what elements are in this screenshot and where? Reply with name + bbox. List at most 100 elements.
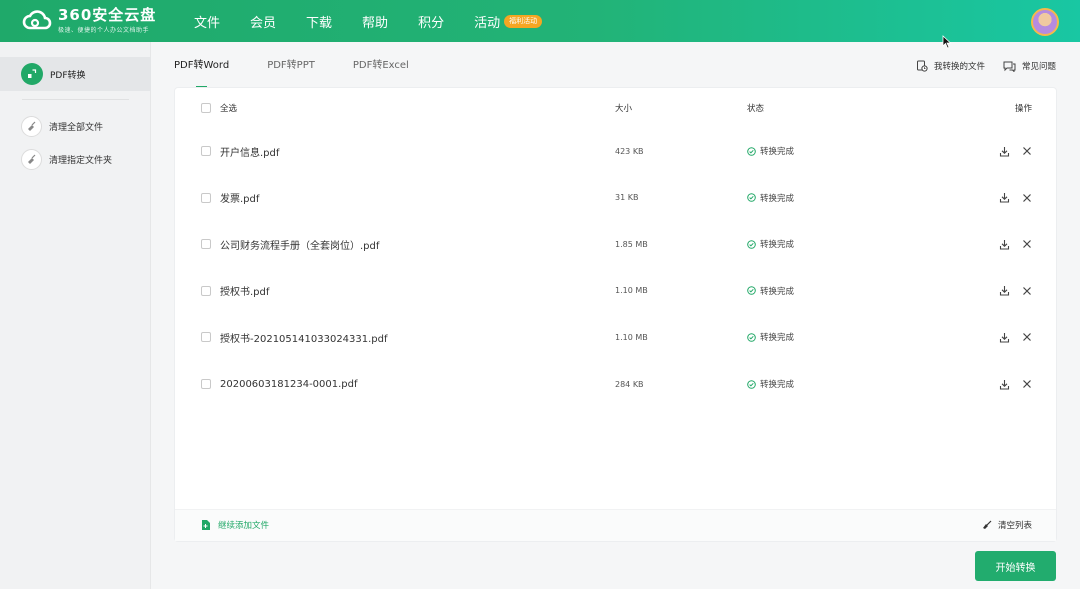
row-checkbox[interactable]	[201, 239, 211, 250]
sidebar-item-pdf-convert[interactable]: PDF转换	[0, 57, 151, 91]
row-actions	[987, 192, 1032, 203]
broom-icon	[21, 115, 42, 137]
mouse-cursor-icon	[942, 35, 952, 49]
row-checkbox[interactable]	[201, 332, 211, 343]
nav-membership[interactable]: 会员	[250, 12, 276, 31]
status-badge: 转换完成	[747, 378, 794, 390]
status-badge: 转换完成	[747, 331, 794, 343]
file-name: 授权书.pdf	[220, 287, 270, 299]
status-badge: 转换完成	[747, 285, 794, 297]
download-icon[interactable]	[999, 192, 1010, 203]
convert-tabs: PDF转Word PDF转PPT PDF转Excel	[174, 52, 447, 88]
table-row[interactable]: 发票.pdf 31 KB 转换完成	[175, 175, 1056, 221]
check-circle-icon	[747, 286, 756, 296]
close-icon[interactable]	[1022, 286, 1032, 296]
status-header: 状态	[747, 104, 765, 114]
question-chat-icon	[1003, 61, 1016, 72]
nav-activity[interactable]: 活动 福利活动	[474, 12, 543, 31]
main-nav: 文件 会员 下载 帮助 积分 活动 福利活动	[194, 0, 572, 42]
nav-points[interactable]: 积分	[418, 12, 444, 31]
download-icon[interactable]	[999, 285, 1010, 296]
tab-pdf-to-word[interactable]: PDF转Word	[174, 52, 229, 88]
file-size: 1.10 MB	[615, 332, 648, 342]
file-size: 1.10 MB	[615, 286, 648, 296]
file-history-icon	[916, 60, 928, 72]
status-text: 转换完成	[760, 193, 795, 204]
table-row[interactable]: 授权书.pdf 1.10 MB 转换完成	[175, 268, 1056, 314]
sidebar-divider	[22, 99, 129, 100]
user-avatar[interactable]	[1031, 8, 1059, 36]
table-row[interactable]: 20200603181234-0001.pdf 284 KB 转换完成	[175, 361, 1056, 407]
row-actions	[987, 332, 1032, 343]
file-size: 31 KB	[615, 193, 639, 203]
nav-help-label: 帮助	[362, 15, 389, 31]
select-all-checkbox[interactable]	[201, 103, 211, 113]
row-checkbox[interactable]	[201, 192, 211, 203]
check-circle-icon	[747, 146, 756, 156]
cloud-logo-icon	[22, 10, 52, 30]
status-text: 转换完成	[760, 240, 795, 251]
download-icon[interactable]	[999, 146, 1010, 157]
top-bar: 360安全云盘 极速、便捷的个人办公文档助手 文件 会员 下载 帮助 积分 活动…	[0, 0, 1080, 42]
table-row[interactable]: 公司财务流程手册（全套岗位）.pdf 1.85 MB 转换完成	[175, 221, 1056, 267]
logo-subtitle: 极速、便捷的个人办公文档助手	[58, 27, 150, 34]
sidebar-item-label: PDF转换	[50, 70, 86, 81]
close-icon[interactable]	[1022, 332, 1032, 342]
close-icon[interactable]	[1022, 379, 1032, 389]
logo-title: 360安全云盘	[58, 6, 157, 24]
close-icon[interactable]	[1022, 193, 1032, 203]
status-badge: 转换完成	[747, 238, 794, 250]
table-row[interactable]: 开户信息.pdf 423 KB 转换完成	[175, 128, 1056, 174]
file-size: 1.85 MB	[615, 239, 648, 249]
my-files-label: 我转换的文件	[933, 62, 985, 72]
download-icon[interactable]	[999, 239, 1010, 250]
nav-help[interactable]: 帮助	[362, 12, 388, 31]
row-actions	[987, 146, 1032, 157]
close-icon[interactable]	[1022, 146, 1032, 156]
file-list-panel: 全选 大小 状态 操作 开户信息.pdf 423 KB 转换完成 发票.pdf …	[175, 88, 1056, 541]
row-checkbox[interactable]	[201, 146, 211, 156]
clear-list-button[interactable]: 清空列表	[982, 519, 1032, 531]
nav-files-label: 文件	[194, 15, 221, 31]
sidebar-item-label: 清理指定文件夹	[49, 155, 113, 166]
row-actions	[987, 285, 1032, 296]
nav-download-label: 下载	[306, 15, 333, 31]
add-file-icon	[202, 520, 210, 530]
file-name: 授权书-20210514103302433​1.pdf	[220, 333, 388, 345]
tab-pdf-to-ppt[interactable]: PDF转PPT	[267, 52, 315, 88]
panel-footer: 继续添加文件 清空列表	[175, 509, 1056, 541]
tab-pdf-to-excel[interactable]: PDF转Excel	[353, 52, 409, 88]
status-text: 转换完成	[760, 286, 795, 297]
add-more-files-button[interactable]: 继续添加文件	[201, 519, 269, 531]
close-icon[interactable]	[1022, 239, 1032, 249]
row-actions	[987, 379, 1032, 390]
activity-badge: 福利活动	[504, 14, 543, 28]
download-icon[interactable]	[999, 332, 1010, 343]
nav-activity-label: 活动	[474, 15, 501, 31]
nav-files[interactable]: 文件	[194, 12, 220, 31]
start-convert-button[interactable]: 开始转换	[975, 551, 1056, 581]
folder-clean-icon	[21, 148, 42, 170]
row-checkbox[interactable]	[201, 379, 211, 389]
file-name: 发票.pdf	[220, 194, 260, 206]
sidebar-item-clean-all[interactable]: 清理全部文件	[0, 114, 151, 138]
check-circle-icon	[747, 379, 756, 389]
pdf-convert-icon	[21, 63, 43, 85]
download-icon[interactable]	[999, 379, 1010, 390]
select-all-label[interactable]: 全选	[220, 102, 237, 114]
app-logo[interactable]: 360安全云盘 极速、便捷的个人办公文档助手	[22, 8, 156, 34]
status-badge: 转换完成	[747, 145, 794, 157]
row-checkbox[interactable]	[201, 285, 211, 296]
row-actions	[987, 239, 1032, 250]
file-size: 423 KB	[615, 146, 644, 156]
table-header: 全选 大小 状态 操作	[175, 88, 1056, 128]
check-circle-icon	[747, 193, 756, 202]
faq-label: 常见问题	[1021, 62, 1056, 72]
table-row[interactable]: 授权书-20210514103302433​1.pdf 1.10 MB 转换完成	[175, 314, 1056, 360]
my-converted-files-link[interactable]: 我转换的文件	[916, 60, 985, 72]
sidebar-item-clean-folder[interactable]: 清理指定文件夹	[0, 147, 151, 171]
faq-link[interactable]: 常见问题	[1003, 60, 1056, 72]
status-text: 转换完成	[760, 333, 795, 344]
status-text: 转换完成	[760, 380, 795, 390]
nav-download[interactable]: 下载	[306, 12, 332, 31]
